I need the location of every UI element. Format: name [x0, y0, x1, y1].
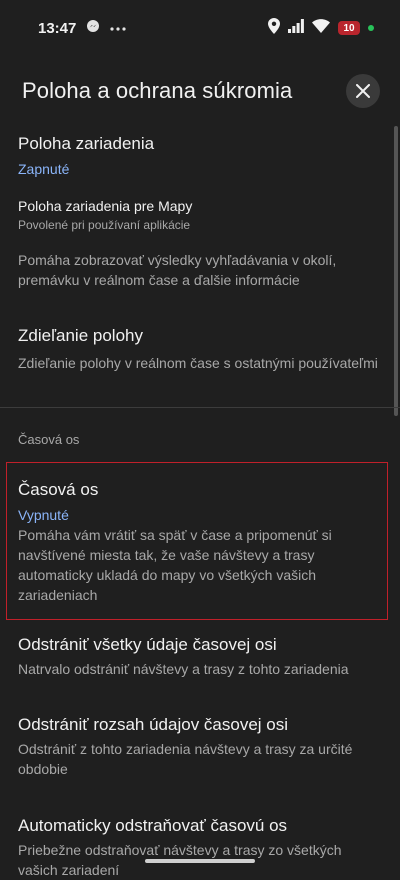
item-subtitle: Povolené pri používaní aplikácie [18, 218, 191, 232]
close-icon [356, 84, 370, 98]
item-title: Poloha zariadenia [18, 134, 155, 153]
item-subtitle: Natrvalo odstrániť návštevy a trasy z to… [18, 661, 349, 677]
item-title: Odstrániť všetky údaje časovej osi [18, 635, 277, 654]
item-title: Zdieľanie polohy [18, 326, 143, 345]
location-icon [268, 17, 280, 39]
status-left: 13:47 [38, 19, 126, 38]
more-notifications-icon [110, 19, 126, 37]
timeline-item[interactable]: Časová os Vypnuté Pomáha vám vrátiť sa s… [0, 479, 400, 605]
section-divider [0, 407, 400, 408]
item-description: Pomáha vám vrátiť sa späť v čase a pripo… [18, 527, 332, 603]
maps-location-item[interactable]: Poloha zariadenia pre Mapy Povolené pri … [0, 196, 400, 290]
item-description: Pomáha zobrazovať výsledky vyhľadávania … [18, 252, 337, 288]
device-location-item[interactable]: Poloha zariadenia Zapnuté [0, 133, 400, 179]
item-title: Časová os [18, 480, 99, 499]
messenger-icon [86, 19, 100, 38]
signal-icon [288, 18, 304, 38]
item-title: Automaticky odstraňovať časovú os [18, 816, 288, 835]
item-title: Poloha zariadenia pre Mapy [18, 198, 193, 214]
status-right: 10 [268, 17, 374, 39]
delete-timeline-range-item[interactable]: Odstrániť rozsah údajov časovej osi Odst… [0, 714, 400, 779]
page-header: Poloha a ochrana súkromia [0, 56, 400, 126]
item-subtitle: Odstrániť z tohto zariadenia návštevy a … [18, 741, 353, 777]
item-subtitle: Zdieľanie polohy v reálnom čase s ostatn… [18, 355, 378, 371]
item-title: Odstrániť rozsah údajov časovej osi [18, 715, 289, 734]
privacy-indicator-dot [368, 25, 374, 31]
status-bar: 13:47 10 [0, 0, 400, 56]
page-title: Poloha a ochrana súkromia [22, 78, 293, 103]
battery-badge: 10 [338, 21, 360, 35]
close-button[interactable] [346, 74, 380, 108]
auto-delete-timeline-item[interactable]: Automaticky odstraňovať časovú os Priebe… [0, 815, 400, 880]
item-value: Zapnuté [18, 161, 70, 177]
home-indicator[interactable] [145, 859, 255, 863]
delete-all-timeline-item[interactable]: Odstrániť všetky údaje časovej osi Natrv… [0, 634, 400, 679]
wifi-icon [312, 18, 330, 38]
status-time: 13:47 [38, 19, 77, 37]
section-header-timeline: Časová os [18, 432, 80, 447]
item-value: Vypnuté [18, 507, 69, 523]
location-sharing-item[interactable]: Zdieľanie polohy Zdieľanie polohy v reál… [0, 325, 400, 373]
